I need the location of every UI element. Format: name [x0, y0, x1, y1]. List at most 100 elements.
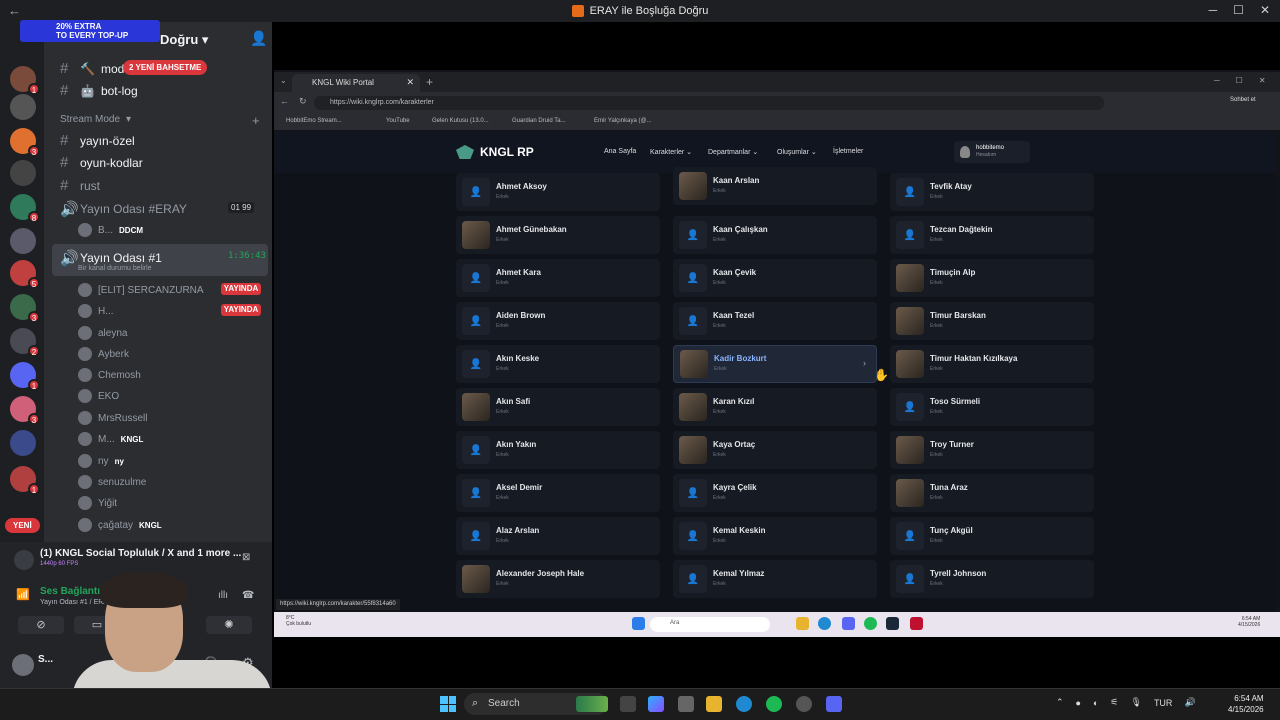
- character-card[interactable]: 👤 Akın Yakın Erkek: [456, 431, 660, 469]
- character-card[interactable]: 👤 Kaan Tezel Erkek: [673, 302, 877, 340]
- volume-icon[interactable]: 🔊: [1184, 697, 1195, 708]
- channel-bot-log[interactable]: # 🤖 bot-log: [60, 82, 138, 99]
- character-card[interactable]: Kaan Arslan Erkek: [673, 167, 877, 205]
- character-card[interactable]: 👤 Kayra Çelik Erkek: [673, 474, 877, 512]
- character-card[interactable]: 👤 Tyrell Johnson Erkek: [890, 560, 1094, 598]
- avatar[interactable]: [12, 654, 34, 676]
- tray-app-icon[interactable]: ●: [1076, 698, 1081, 708]
- add-channel-icon[interactable]: +: [252, 113, 260, 128]
- voice-user[interactable]: aleyna: [78, 326, 127, 340]
- server-icon[interactable]: 3: [10, 294, 40, 323]
- voice-user[interactable]: EKO: [78, 389, 119, 403]
- server-icon[interactable]: [10, 94, 36, 120]
- add-user-icon[interactable]: 👤: [250, 30, 267, 47]
- bookmark-item[interactable]: Emir Yalçınkaya (@...: [594, 118, 652, 124]
- character-card[interactable]: Troy Turner Erkek: [890, 431, 1094, 469]
- character-card[interactable]: 👤 Alaz Arslan Erkek: [456, 517, 660, 555]
- close-tab-icon[interactable]: ✕: [406, 77, 414, 88]
- character-card[interactable]: Ahmet Günebakan Erkek: [456, 216, 660, 254]
- character-card[interactable]: 👤 Ahmet Aksoy Erkek: [456, 173, 660, 211]
- character-card[interactable]: 👤 Kaan Çalışkan Erkek: [673, 216, 877, 254]
- account-menu[interactable]: hobbitemo Hesabım: [954, 141, 1030, 163]
- close-button[interactable]: ✕: [1259, 76, 1266, 85]
- store-icon[interactable]: [678, 696, 694, 712]
- edge-icon[interactable]: [818, 617, 831, 630]
- channel-status[interactable]: Bir kanal durumu belirle: [78, 265, 152, 272]
- server-title[interactable]: Doğru ▾: [160, 32, 208, 48]
- server-icon[interactable]: 3: [10, 128, 40, 157]
- copilot-icon[interactable]: [648, 696, 664, 712]
- server-icon[interactable]: [10, 430, 36, 456]
- character-card[interactable]: 👤 Kaan Çevik Erkek: [673, 259, 877, 297]
- profile-chat-button[interactable]: Sohbet et: [1230, 97, 1274, 109]
- nav-karakterler[interactable]: Karakterler ⌄: [650, 148, 692, 156]
- voice-user[interactable]: M... KNGL: [78, 432, 143, 446]
- file-explorer-icon[interactable]: [706, 696, 722, 712]
- nav-departmanlar[interactable]: Departmanlar ⌄: [708, 148, 758, 156]
- voice-user[interactable]: MrsRussell: [78, 411, 147, 425]
- voice-user[interactable]: H...: [78, 304, 114, 318]
- character-card[interactable]: 👤 Aksel Demir Erkek: [456, 474, 660, 512]
- widgets-icon[interactable]: [576, 696, 608, 712]
- character-card[interactable]: Karan Kızıl Erkek: [673, 388, 877, 426]
- maximize-button[interactable]: ☐: [1233, 3, 1244, 17]
- tab-kngl-wiki[interactable]: KNGL Wiki Portal ✕: [292, 74, 420, 92]
- voice-channel-eray[interactable]: 🔊 Yayın Odası #ERAY: [60, 200, 187, 218]
- network-icon[interactable]: ⚟: [1110, 697, 1118, 708]
- character-card[interactable]: Kaya Ortaç Erkek: [673, 431, 877, 469]
- chevron-up-icon[interactable]: ⌃: [1056, 697, 1064, 708]
- folder-icon[interactable]: [796, 617, 809, 630]
- character-card[interactable]: 👤 Tunç Akgül Erkek: [890, 517, 1094, 555]
- weather-widget[interactable]: 8°C Çok bulutlu: [286, 615, 311, 627]
- character-card[interactable]: 👤 Kemal Keskin Erkek: [673, 517, 877, 555]
- server-icon[interactable]: 5: [10, 260, 40, 289]
- character-card[interactable]: Kadir Bozkurt Erkek ›: [673, 345, 877, 383]
- character-card[interactable]: Timur Haktan Kızılkaya Erkek: [890, 345, 1094, 383]
- edge-icon[interactable]: [736, 696, 752, 712]
- new-tab-button[interactable]: +: [426, 75, 433, 89]
- tab-search-icon[interactable]: ⌄: [280, 76, 287, 85]
- character-card[interactable]: Akın Safi Erkek: [456, 388, 660, 426]
- nav-olusumlar[interactable]: Oluşumlar ⌄: [777, 148, 817, 156]
- discord-icon[interactable]: [826, 696, 842, 712]
- reload-icon[interactable]: ↻: [299, 96, 307, 107]
- server-icon[interactable]: 3: [10, 396, 40, 425]
- channel-yayin-ozel[interactable]: # yayın-özel: [60, 132, 135, 149]
- character-card[interactable]: Alexander Joseph Hale Erkek: [456, 560, 660, 598]
- task-view-icon[interactable]: [620, 696, 636, 712]
- server-icon[interactable]: 1: [10, 362, 40, 391]
- steam-tray-icon[interactable]: ◐: [1093, 698, 1098, 708]
- new-badge[interactable]: YENİ: [5, 518, 40, 533]
- server-icon[interactable]: [10, 160, 36, 186]
- server-icon[interactable]: 1: [10, 66, 40, 95]
- windows-start-icon[interactable]: [440, 696, 456, 712]
- site-logo[interactable]: KNGL RP: [456, 145, 534, 159]
- voice-user[interactable]: Yiğit: [78, 496, 117, 510]
- character-card[interactable]: 👤 Kemal Yılmaz Erkek: [673, 560, 877, 598]
- language-indicator[interactable]: TUR: [1154, 698, 1173, 708]
- character-card[interactable]: Timuçin Alp Erkek: [890, 259, 1094, 297]
- character-card[interactable]: Tuna Araz Erkek: [890, 474, 1094, 512]
- back-icon[interactable]: ←: [280, 96, 289, 107]
- bookmark-item[interactable]: Gelen Kutusu (13.0...: [432, 118, 489, 124]
- bookmark-item[interactable]: Guardian Druid Ta...: [512, 118, 566, 124]
- nav-isletmeler[interactable]: İşletmeler: [833, 148, 863, 155]
- minimize-button[interactable]: ─: [1214, 76, 1220, 85]
- character-card[interactable]: 👤 Akın Keske Erkek: [456, 345, 660, 383]
- character-card[interactable]: 👤 Tezcan Dağtekin Erkek: [890, 216, 1094, 254]
- character-card[interactable]: 👤 Ahmet Kara Erkek: [456, 259, 660, 297]
- voice-user[interactable]: [ELIT] SERCANZURNA: [78, 283, 204, 297]
- mic-icon[interactable]: 🎙: [1131, 697, 1142, 708]
- app-icon[interactable]: [910, 617, 923, 630]
- voice-user[interactable]: Chemosh: [78, 368, 141, 382]
- activity-panel[interactable]: (1) KNGL Social Topluluk / X and 1 more …: [0, 542, 272, 576]
- address-bar[interactable]: https://wiki.knglrp.com/karakterler: [314, 96, 1104, 110]
- app-icon[interactable]: [796, 696, 812, 712]
- voice-user[interactable]: B... DDCM: [78, 223, 143, 237]
- voice-user[interactable]: senuzulme: [78, 475, 146, 489]
- minimize-button[interactable]: ─: [1209, 3, 1218, 17]
- back-arrow-icon[interactable]: ←: [8, 3, 21, 18]
- stop-stream-icon[interactable]: ⊠: [242, 552, 250, 563]
- inner-clock[interactable]: 6:54 AM 4/15/2026: [1238, 616, 1260, 628]
- taskbar-clock[interactable]: 6:54 AM 4/15/2026: [1228, 693, 1264, 715]
